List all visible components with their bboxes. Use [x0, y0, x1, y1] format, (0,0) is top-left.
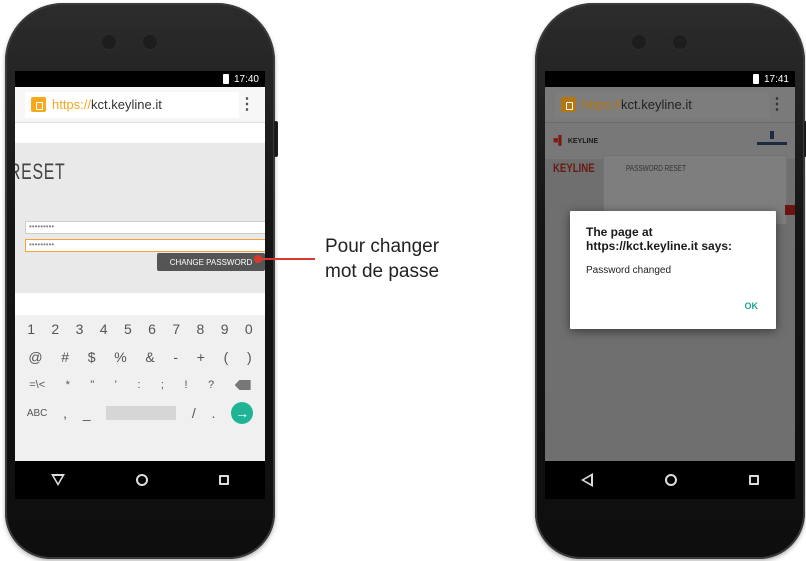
lock-icon [561, 97, 576, 112]
screen: 17:40 https:// kct.keyline.it ⋮ RESET ••… [15, 71, 265, 461]
dialog-title: The page at https://kct.keyline.it says: [586, 225, 733, 253]
go-arrow-icon[interactable]: → [231, 402, 254, 424]
more-vert-icon[interactable]: ⋮ [239, 96, 255, 112]
change-password-button[interactable]: CHANGE PASSWORD [157, 253, 265, 271]
recents-icon[interactable] [749, 475, 759, 485]
key[interactable]: ? [208, 379, 214, 391]
battery-icon [752, 74, 759, 84]
key[interactable]: $ [88, 349, 96, 365]
battery-icon [222, 74, 229, 84]
key[interactable]: 9 [221, 321, 229, 337]
keyboard-row-symbols-2: =\< * " ':;!? [15, 371, 265, 399]
key[interactable]: - [173, 349, 178, 365]
camera-icon [671, 33, 689, 51]
status-bar: 17:41 [545, 71, 795, 87]
key[interactable]: 7 [172, 321, 180, 337]
key[interactable]: ' [115, 379, 117, 391]
space-key[interactable] [106, 406, 177, 420]
abc-key[interactable]: ABC [27, 408, 48, 419]
site-header: ■▌ KEYLINE [545, 123, 795, 159]
key[interactable]: + [197, 349, 205, 365]
recents-icon[interactable] [219, 475, 230, 485]
phone-left: 17:40 https:// kct.keyline.it ⋮ RESET ••… [5, 3, 278, 559]
power-button[interactable] [274, 121, 278, 157]
camera-icon [141, 33, 159, 51]
url-bar[interactable]: https:// kct.keyline.it [25, 91, 239, 118]
key[interactable]: : [137, 379, 140, 391]
key[interactable]: =\< [29, 379, 45, 391]
dialog-message: Password changed [586, 265, 672, 276]
browser-toolbar: https:// kct.keyline.it ⋮ [545, 87, 795, 123]
status-time: 17:40 [233, 73, 259, 85]
url-host: kct.keyline.it [621, 97, 692, 112]
password-field[interactable]: ••••••••• [25, 221, 265, 234]
brand-title: KEYLINE [553, 161, 595, 175]
key[interactable]: * [66, 379, 70, 391]
url-scheme: https:// [582, 97, 622, 112]
url-bar[interactable]: https:// kct.keyline.it [555, 91, 769, 118]
key[interactable]: 8 [197, 321, 205, 337]
keyboard: 12 34567 890 @ # $% & - + () =\< * " ':;!? ABC , _ … [15, 315, 265, 461]
key[interactable]: ( [224, 349, 229, 365]
key[interactable]: " [90, 379, 94, 391]
nav-bar [15, 461, 265, 499]
key[interactable]: 3 [76, 321, 84, 337]
home-icon[interactable] [135, 474, 148, 486]
red-button [785, 205, 795, 215]
key[interactable]: @ [28, 349, 42, 365]
web-page: RESET ••••••••• ••••••••• CHANGE PASSWOR… [15, 123, 265, 341]
back-icon[interactable] [50, 474, 65, 486]
key[interactable]: % [114, 349, 126, 365]
url-host: kct.keyline.it [91, 97, 162, 112]
speaker-icon [630, 33, 648, 51]
callout-line [259, 258, 315, 260]
backspace-icon[interactable] [234, 380, 251, 390]
more-vert-icon[interactable]: ⋮ [769, 96, 785, 112]
callout-line-1: Pour changer [325, 236, 440, 257]
keyboard-row-bottom: ABC , _ / . → [15, 399, 265, 427]
screen: 17:41 https:// kct.keyline.it ⋮ ■▌ KEYLIN… [545, 71, 795, 461]
panel-title: PASSWORD RESET [626, 164, 686, 173]
key[interactable]: , [63, 405, 67, 421]
page-top [15, 123, 265, 143]
page-title: RESET [15, 159, 66, 184]
key[interactable]: . [212, 405, 216, 421]
key[interactable]: 5 [124, 321, 132, 337]
key[interactable]: 6 [148, 321, 156, 337]
ok-button[interactable]: OK [745, 301, 759, 311]
url-scheme: https:// [52, 97, 92, 112]
nav-bar [545, 461, 795, 499]
key[interactable]: ; [161, 379, 164, 391]
speaker-icon [100, 33, 118, 51]
partner-logo [757, 131, 787, 147]
key[interactable]: 2 [51, 321, 59, 337]
status-time: 17:41 [763, 73, 789, 85]
keyline-logo: ■▌ KEYLINE [553, 135, 599, 145]
lock-icon [31, 97, 46, 112]
key[interactable]: / [192, 405, 196, 421]
back-icon[interactable] [581, 473, 593, 487]
key[interactable]: 1 [27, 321, 35, 337]
key[interactable]: ) [247, 349, 252, 365]
home-icon[interactable] [665, 474, 677, 486]
alert-dialog: The page at https://kct.keyline.it says:… [570, 211, 776, 329]
key[interactable]: ! [184, 379, 187, 391]
browser-toolbar: https:// kct.keyline.it ⋮ [15, 87, 265, 123]
callout-label: Pour changer mot de passe [325, 234, 439, 284]
callout-line-2: mot de passe [325, 261, 440, 282]
confirm-password-field[interactable]: ••••••••• [25, 239, 265, 252]
key[interactable]: 0 [245, 321, 253, 337]
key[interactable]: 4 [100, 321, 108, 337]
key[interactable]: _ [83, 405, 91, 421]
key[interactable]: & [145, 349, 154, 365]
status-bar: 17:40 [15, 71, 265, 87]
phone-right: 17:41 https:// kct.keyline.it ⋮ ■▌ KEYLIN… [535, 3, 806, 559]
keyboard-row-symbols: @ # $% & - + () [15, 343, 265, 371]
keyboard-row-digits: 12 34567 890 [15, 315, 265, 343]
key[interactable]: # [61, 349, 69, 365]
